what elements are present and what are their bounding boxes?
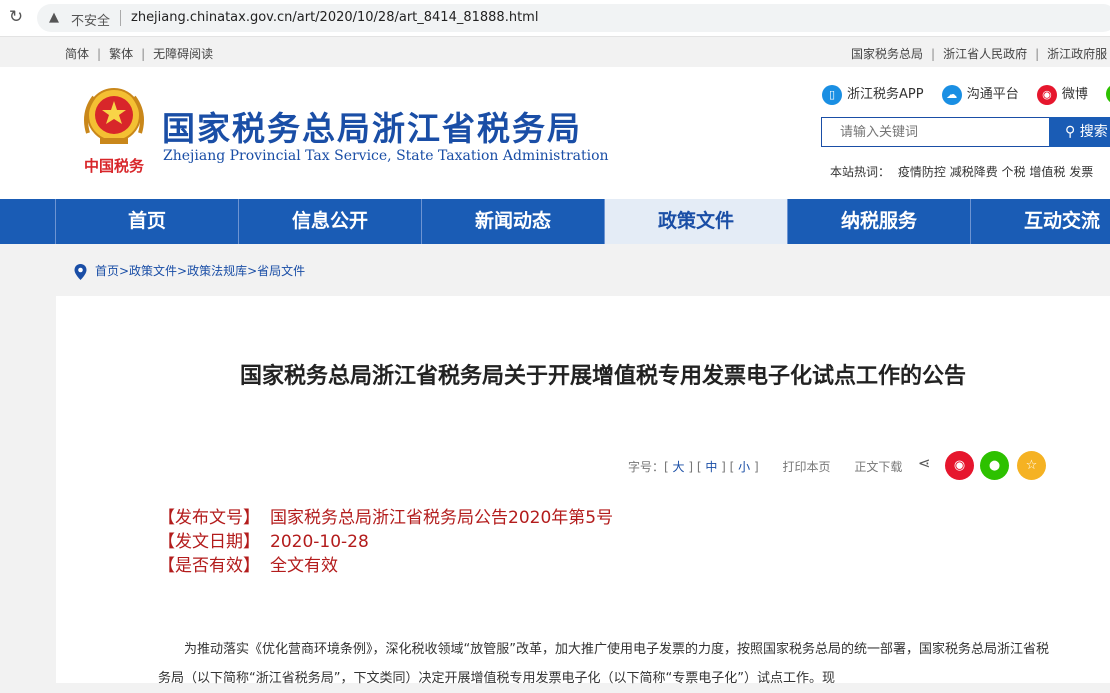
- article-title: 国家税务总局浙江省税务局关于开展增值税专用发票电子化试点工作的公告: [239, 364, 966, 389]
- weibo-link-label: 微博: [1061, 87, 1088, 102]
- meta-value: 2020-10-28: [270, 532, 369, 552]
- platform-link-label: 沟通平台: [966, 87, 1019, 102]
- meta-value: 国家税务总局浙江省税务局公告2020年第5号: [270, 508, 614, 528]
- utility-bar: 简体 | 繁体 | 无障碍阅读 国家税务总局 | 浙江省人民政府 | 浙江政府服: [0, 37, 1110, 67]
- hot-word[interactable]: 发票: [1069, 165, 1093, 179]
- tax-emblem-logo[interactable]: 中国税务: [74, 83, 154, 183]
- nav-home[interactable]: 首页: [55, 199, 238, 244]
- download-link[interactable]: 正文下载: [854, 460, 902, 474]
- accessibility-link[interactable]: 无障碍阅读: [153, 47, 213, 61]
- hot-word[interactable]: 个税: [1002, 165, 1026, 179]
- social-links: ▯ 浙江税务APP ☁ 沟通平台 ◉ 微博 ●: [822, 83, 1110, 105]
- breadcrumb: 首页>政策文件>政策法规库>省局文件: [74, 262, 305, 280]
- meta-label: 【发文日期】: [158, 532, 260, 552]
- main-nav: 首页 信息公开 新闻动态 政策文件 纳税服务 互动交流: [0, 199, 1110, 244]
- breadcrumb-path[interactable]: 首页>政策文件>政策法规库>省局文件: [95, 264, 305, 278]
- search-button-label: 搜索: [1079, 124, 1108, 140]
- nav-tax-service[interactable]: 纳税服务: [787, 199, 970, 244]
- search-icon: ⚲: [1065, 124, 1080, 140]
- site-title[interactable]: 国家税务总局浙江省税务局: [162, 102, 582, 150]
- meta-doc-number: 【发布文号】 国家税务总局浙江省税务局公告2020年第5号: [158, 506, 613, 530]
- body-paragraph: 为推动落实《优化营商环境条例》，深化税收领域“放管服”改革，加大推广使用电子发票…: [158, 642, 1049, 686]
- article-body: 为推动落实《优化营商环境条例》，深化税收领域“放管服”改革，加大推广使用电子发票…: [158, 635, 1051, 693]
- nav-policy-documents[interactable]: 政策文件: [604, 199, 787, 244]
- weibo-icon: ◉: [1036, 84, 1057, 105]
- nav-info-disclosure[interactable]: 信息公开: [238, 199, 421, 244]
- font-size-label: 字号：: [628, 460, 665, 474]
- location-pin-icon: [74, 263, 87, 280]
- site-header: 中国税务 国家税务总局浙江省税务局 Zhejiang Provincial Ta…: [0, 67, 1110, 199]
- hot-word[interactable]: 减税降费: [950, 165, 998, 179]
- divider: |: [97, 47, 102, 61]
- star-icon[interactable]: ☆: [1017, 451, 1046, 480]
- traditional-chinese-link[interactable]: 繁体: [109, 47, 133, 61]
- article-meta: 【发布文号】 国家税务总局浙江省税务局公告2020年第5号 【发文日期】 2020-…: [158, 506, 613, 578]
- url-text[interactable]: zhejiang.chinatax.gov.cn/art/2020/10/28/…: [131, 10, 538, 25]
- platform-link[interactable]: ☁ 沟通平台: [941, 83, 1019, 105]
- divider: |: [1035, 47, 1040, 61]
- search-button[interactable]: ⚲ 搜索: [1049, 117, 1110, 147]
- wechat-link[interactable]: ●: [1106, 83, 1110, 104]
- nav-news[interactable]: 新闻动态: [421, 199, 604, 244]
- simplified-chinese-link[interactable]: 简体: [65, 47, 89, 61]
- browser-toolbar: ↻ ▲ 不安全 zhejiang.chinatax.gov.cn/art/202…: [0, 0, 1110, 37]
- print-link[interactable]: 打印本页: [783, 460, 831, 474]
- article-panel: 国家税务总局浙江省税务局关于开展增值税专用发票电子化试点工作的公告 字号：[ 大…: [56, 296, 1110, 686]
- logo-text: 中国税务: [84, 157, 145, 175]
- site-title-en: Zhejiang Provincial Tax Service, State T…: [163, 148, 609, 164]
- wechat-share-icon[interactable]: ●: [980, 451, 1009, 480]
- divider: |: [931, 47, 936, 61]
- meta-validity: 【是否有效】 全文有效: [158, 554, 613, 578]
- reload-icon[interactable]: ↻: [6, 7, 26, 27]
- meta-label: 【发布文号】: [158, 508, 260, 528]
- app-link[interactable]: ▯ 浙江税务APP: [822, 83, 924, 105]
- security-label[interactable]: 不安全: [71, 10, 110, 29]
- font-size-medium[interactable]: 中: [705, 460, 717, 474]
- weibo-share-icon[interactable]: ◉: [945, 451, 974, 480]
- address-divider: [120, 10, 121, 26]
- hot-words-label: 本站热词：: [830, 165, 891, 179]
- divider: |: [141, 47, 146, 61]
- font-size-small[interactable]: 小: [738, 460, 750, 474]
- wechat-icon: ●: [1106, 83, 1110, 104]
- address-bar[interactable]: ▲ 不安全 zhejiang.chinatax.gov.cn/art/2020/…: [37, 4, 1110, 32]
- app-link-label: 浙江税务APP: [847, 87, 924, 102]
- zj-gov-link[interactable]: 浙江省人民政府: [943, 47, 1027, 61]
- meta-label: 【是否有效】: [158, 556, 260, 576]
- hot-word[interactable]: 增值税: [1029, 165, 1065, 179]
- hot-word[interactable]: 疫情防控: [898, 165, 946, 179]
- nav-interaction[interactable]: 互动交流: [970, 199, 1110, 244]
- meta-value: 全文有效: [270, 556, 338, 576]
- article-tools: 字号：[ 大 ] [ 中 ] [ 小 ] 打印本页 正文下载: [628, 460, 903, 474]
- cloud-icon: ☁: [941, 84, 962, 105]
- font-size-large[interactable]: 大: [673, 460, 685, 474]
- phone-icon: ▯: [822, 84, 842, 105]
- search-input[interactable]: [838, 118, 1042, 146]
- hot-words: 本站热词： 疫情防控 减税降费 个税 增值税 发票: [830, 163, 1093, 180]
- sta-link[interactable]: 国家税务总局: [851, 47, 923, 61]
- share-icon[interactable]: ⋖: [918, 454, 931, 472]
- warning-icon[interactable]: ▲: [49, 10, 59, 25]
- weibo-link[interactable]: ◉ 微博: [1036, 83, 1088, 105]
- zj-gov-service-link[interactable]: 浙江政府服: [1047, 47, 1107, 61]
- search-box: [821, 117, 1051, 147]
- meta-date: 【发文日期】 2020-10-28: [158, 530, 613, 554]
